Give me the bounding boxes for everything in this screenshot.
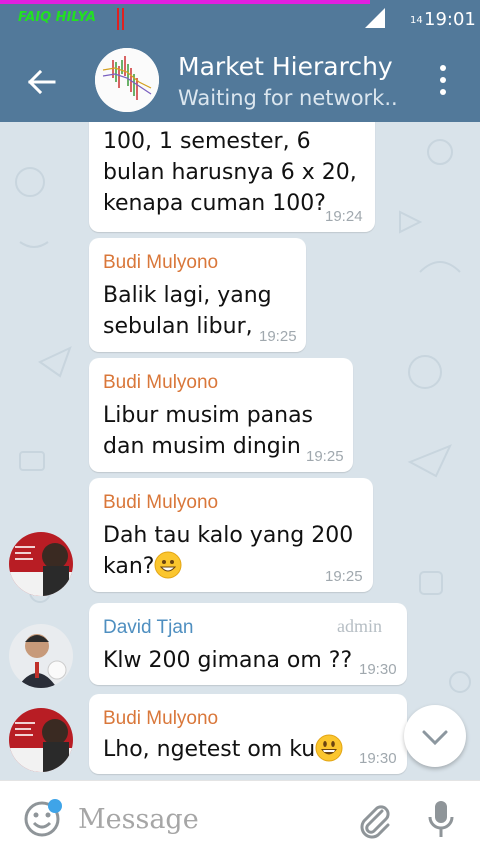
sender-name[interactable]: Budi Mulyono (103, 372, 218, 394)
chart-thumbnail-icon (95, 48, 159, 112)
message-text: Lho, ngetest om ku (103, 737, 316, 762)
chat-title[interactable]: Market Hierarchy (178, 52, 393, 81)
sender-name[interactable]: Budi Mulyono (103, 252, 218, 274)
message-text: Klw 200 gimana om ?? (103, 648, 353, 673)
notification-bars-icon (117, 8, 125, 30)
sender-name[interactable]: David Tjan (103, 617, 193, 639)
more-options-button[interactable] (428, 62, 458, 98)
sender-avatar[interactable] (9, 708, 73, 772)
message-text: dan musim dingin (103, 434, 301, 459)
signal-icon (365, 8, 385, 28)
message-text: kan? (103, 554, 155, 579)
back-button[interactable] (20, 60, 64, 104)
message-text: Libur musim panas (103, 403, 314, 428)
voice-record-button[interactable] (424, 797, 458, 841)
message-text: bulan harusnya 6 x 20, (103, 160, 357, 185)
message-time: 19:25 (325, 568, 363, 585)
network-type-label: 14 (410, 15, 423, 26)
status-bar: FAIQ HILYA 14 19:01 (0, 0, 480, 38)
grinning-emoji-icon (315, 734, 343, 762)
chat-header: Market Hierarchy Waiting for network.. (0, 38, 480, 122)
message-bubble[interactable]: Budi Mulyono Lho, ngetest om ku 19:30 (89, 694, 407, 774)
profile-photo-budi (9, 708, 73, 772)
chevron-down-icon (422, 730, 448, 746)
arrow-left-icon (27, 69, 56, 95)
composer-bar (0, 780, 480, 854)
clock: 19:01 (424, 9, 476, 30)
message-time: 19:30 (359, 661, 397, 678)
scroll-to-bottom-button[interactable] (404, 705, 466, 767)
message-text-line: kan? (103, 551, 182, 582)
sender-name[interactable]: Budi Mulyono (103, 492, 218, 514)
message-bubble[interactable]: 100, 1 semester, 6 bulan harusnya 6 x 20… (89, 122, 375, 232)
profile-photo-david (9, 624, 73, 688)
message-text: 100, 1 semester, 6 (103, 129, 311, 154)
message-bubble[interactable]: Budi Mulyono Dah tau kalo yang 200 kan? … (89, 478, 373, 592)
message-time: 19:25 (306, 448, 344, 465)
sender-name[interactable]: Budi Mulyono (103, 708, 218, 730)
message-time: 19:24 (325, 208, 363, 225)
message-bubble[interactable]: Budi Mulyono Libur musim panas dan musim… (89, 358, 353, 472)
profile-photo-budi (9, 532, 73, 596)
message-time: 19:30 (359, 750, 397, 767)
message-input[interactable] (78, 799, 338, 839)
message-text: Dah tau kalo yang 200 (103, 523, 354, 548)
smiling-emoji-icon (154, 551, 182, 579)
message-text-line: Lho, ngetest om ku (103, 734, 343, 765)
message-time: 19:25 (259, 328, 297, 345)
attach-button[interactable] (354, 799, 394, 839)
group-avatar[interactable] (95, 48, 159, 112)
sender-avatar[interactable] (9, 532, 73, 596)
microphone-icon (428, 801, 454, 837)
status-progress-line (0, 0, 370, 4)
message-text: sebulan libur, (103, 314, 253, 339)
message-text: Balik lagi, yang (103, 283, 272, 308)
message-bubble[interactable]: David Tjan admin Klw 200 gimana om ?? 19… (89, 603, 407, 685)
paperclip-icon (360, 805, 390, 839)
sender-avatar[interactable] (9, 624, 73, 688)
admin-badge: admin (337, 616, 382, 636)
message-bubble[interactable]: Budi Mulyono Balik lagi, yang sebulan li… (89, 238, 306, 352)
message-list[interactable]: 100, 1 semester, 6 bulan harusnya 6 x 20… (0, 122, 480, 780)
new-stickers-indicator (48, 799, 62, 813)
chat-status: Waiting for network.. (178, 86, 398, 110)
message-text: kenapa cuman 100? (103, 191, 326, 216)
carrier-label: FAIQ HILYA (18, 10, 96, 25)
